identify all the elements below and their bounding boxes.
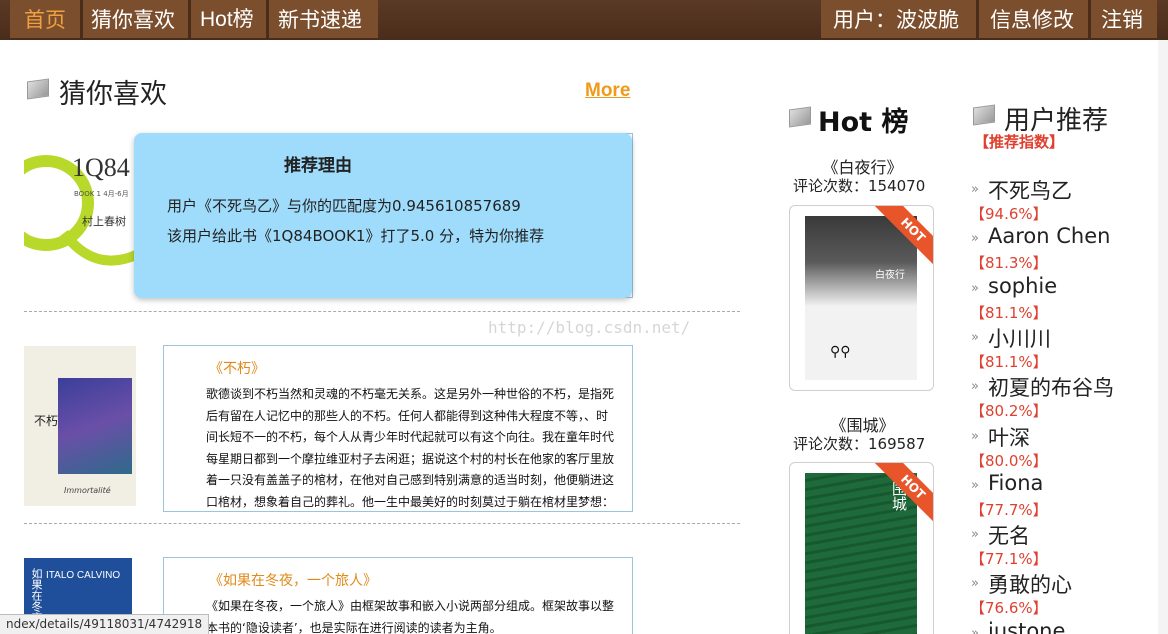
book-description-text: 《如果在冬夜，一个旅人》由框架故事和嵌入小说两部分组成。框架故事以整本书的‘隐设… (206, 599, 615, 634)
double-arrow-icon: » (971, 329, 979, 345)
divider (24, 311, 740, 312)
user-recommend-icon (973, 104, 995, 126)
recommend-user-link[interactable]: sophie (988, 274, 1057, 298)
nav-user[interactable]: 用户：波波脆 (833, 5, 959, 35)
section-title-hot: Hot 榜 (818, 107, 909, 138)
recommend-score: 【81.3%】 (970, 254, 1048, 273)
nav-edit-info[interactable]: 信息修改 (990, 5, 1074, 35)
watermark: http://blog.csdn.net/ (488, 318, 691, 337)
nav-new-books[interactable]: 新书速递 (278, 5, 362, 35)
recommend-index-label: 【推荐指数】 (974, 133, 1065, 151)
recommend-score: 【77.1%】 (970, 550, 1048, 569)
cover-title: 不朽 (34, 414, 59, 428)
book-title-link[interactable]: 《不朽》 (209, 358, 265, 378)
book-icon (27, 78, 49, 100)
status-bar-url: ndex/details/49118031/4742918 (0, 614, 210, 634)
double-arrow-icon: » (971, 477, 979, 493)
recommend-user-link[interactable]: 小川川 (988, 323, 1051, 353)
double-arrow-icon: » (971, 231, 979, 247)
book-title-link[interactable]: 《如果在冬夜，一个旅人》 (209, 570, 377, 590)
nav-guess[interactable]: 猜你喜欢 (91, 5, 175, 35)
recommend-score: 【77.7%】 (970, 500, 1048, 519)
recommend-score: 【81.1%】 (970, 303, 1048, 322)
recommend-user-link[interactable]: Aaron Chen (988, 224, 1110, 248)
hot-book-card[interactable]: 围城 HOT (789, 462, 934, 634)
recommend-reason-popup: 推荐理由 用户《不死鸟乙》与你的匹配度为0.945610857689 该用户给此… (134, 133, 632, 298)
double-arrow-icon: » (971, 428, 979, 444)
cover-title: 1Q84 (72, 153, 130, 182)
book-cover-buxiu[interactable]: 不朽 Immortalité (24, 346, 136, 506)
nav-separator (976, 0, 979, 38)
recommend-score: 【94.6%】 (970, 205, 1048, 223)
cover-art (58, 378, 132, 474)
popup-reason-line: 该用户给此书《1Q84BOOK1》打了5.0 分，特为你推荐 (167, 227, 545, 245)
nav-separator (80, 0, 83, 38)
hot-list-icon (789, 106, 811, 128)
divider (24, 523, 740, 524)
nav-logout[interactable]: 注销 (1101, 5, 1143, 35)
nav-separator (188, 0, 191, 38)
recommend-user-link[interactable]: 叶深 (988, 422, 1030, 452)
hot-book-card[interactable]: 白夜行 ⚲⚲ HOT (789, 205, 934, 391)
popup-title: 推荐理由 (284, 156, 352, 176)
popup-reason-line: 用户《不死鸟乙》与你的匹配度为0.945610857689 (167, 197, 521, 215)
book-description-box: 《不朽》 歌德谈到不朽当然和灵魂的不朽毫无关系。这是另外一种世俗的不朽，是指死后… (163, 345, 633, 512)
double-arrow-icon: » (971, 527, 979, 543)
nav-home[interactable]: 首页 (24, 5, 66, 35)
cover-subtitle: Immortalité (64, 486, 111, 495)
hot-review-count: 评论次数：154070 (793, 177, 926, 195)
double-arrow-icon: » (971, 280, 979, 296)
recommend-user-link[interactable]: 无名 (988, 520, 1030, 550)
double-arrow-icon: » (971, 625, 979, 634)
recommend-score: 【81.1%】 (970, 352, 1048, 371)
recommend-user-link[interactable]: 勇敢的心 (988, 569, 1072, 599)
section-title-guess: 猜你喜欢 (59, 79, 167, 110)
nav-hot[interactable]: Hot榜 (200, 5, 254, 35)
double-arrow-icon: » (971, 379, 979, 395)
figures-icon: ⚲⚲ (830, 344, 851, 360)
cover-author: 村上春树 (82, 215, 126, 228)
nav-separator (1088, 0, 1091, 38)
recommend-score: 【80.2%】 (970, 402, 1048, 421)
scrollbar[interactable] (1158, 40, 1168, 634)
book-cover-baiyexing: 白夜行 ⚲⚲ (805, 216, 917, 380)
book-description-box: 《如果在冬夜，一个旅人》 《如果在冬夜，一个旅人》由框架故事和嵌入小说两部分组成… (163, 557, 633, 634)
recommend-user-link[interactable]: 不死鸟乙 (988, 175, 1072, 205)
top-nav-bar: 首页 猜你喜欢 Hot榜 新书速递 用户：波波脆 信息修改 注销 (0, 0, 1168, 40)
recommend-user-link[interactable]: Fiona (988, 471, 1043, 495)
recommend-score: 【76.6%】 (970, 599, 1048, 618)
recommend-score: 【80.0%】 (970, 451, 1048, 470)
recommend-user-link[interactable]: justone (988, 619, 1065, 634)
cover-author: ITALO CALVINO (46, 570, 121, 581)
cover-subtitle: BOOK 1 4月-6月 (74, 190, 129, 198)
recommend-user-link[interactable]: 初夏的布谷鸟 (988, 372, 1114, 402)
hot-review-count: 评论次数：169587 (793, 435, 926, 453)
book-cover-weicheng: 围城 (805, 473, 917, 634)
double-arrow-icon: » (971, 576, 979, 592)
nav-separator (266, 0, 269, 38)
book-cover-1q84[interactable]: 1Q84 BOOK 1 4月-6月 村上春树 (24, 133, 136, 293)
more-link[interactable]: More (585, 80, 630, 102)
book-description-text: 歌德谈到不朽当然和灵魂的不朽毫无关系。这是另外一种世俗的不朽，是指死后有留在人记… (206, 387, 615, 509)
double-arrow-icon: » (971, 182, 979, 197)
cover-title: 白夜行 (875, 270, 905, 281)
